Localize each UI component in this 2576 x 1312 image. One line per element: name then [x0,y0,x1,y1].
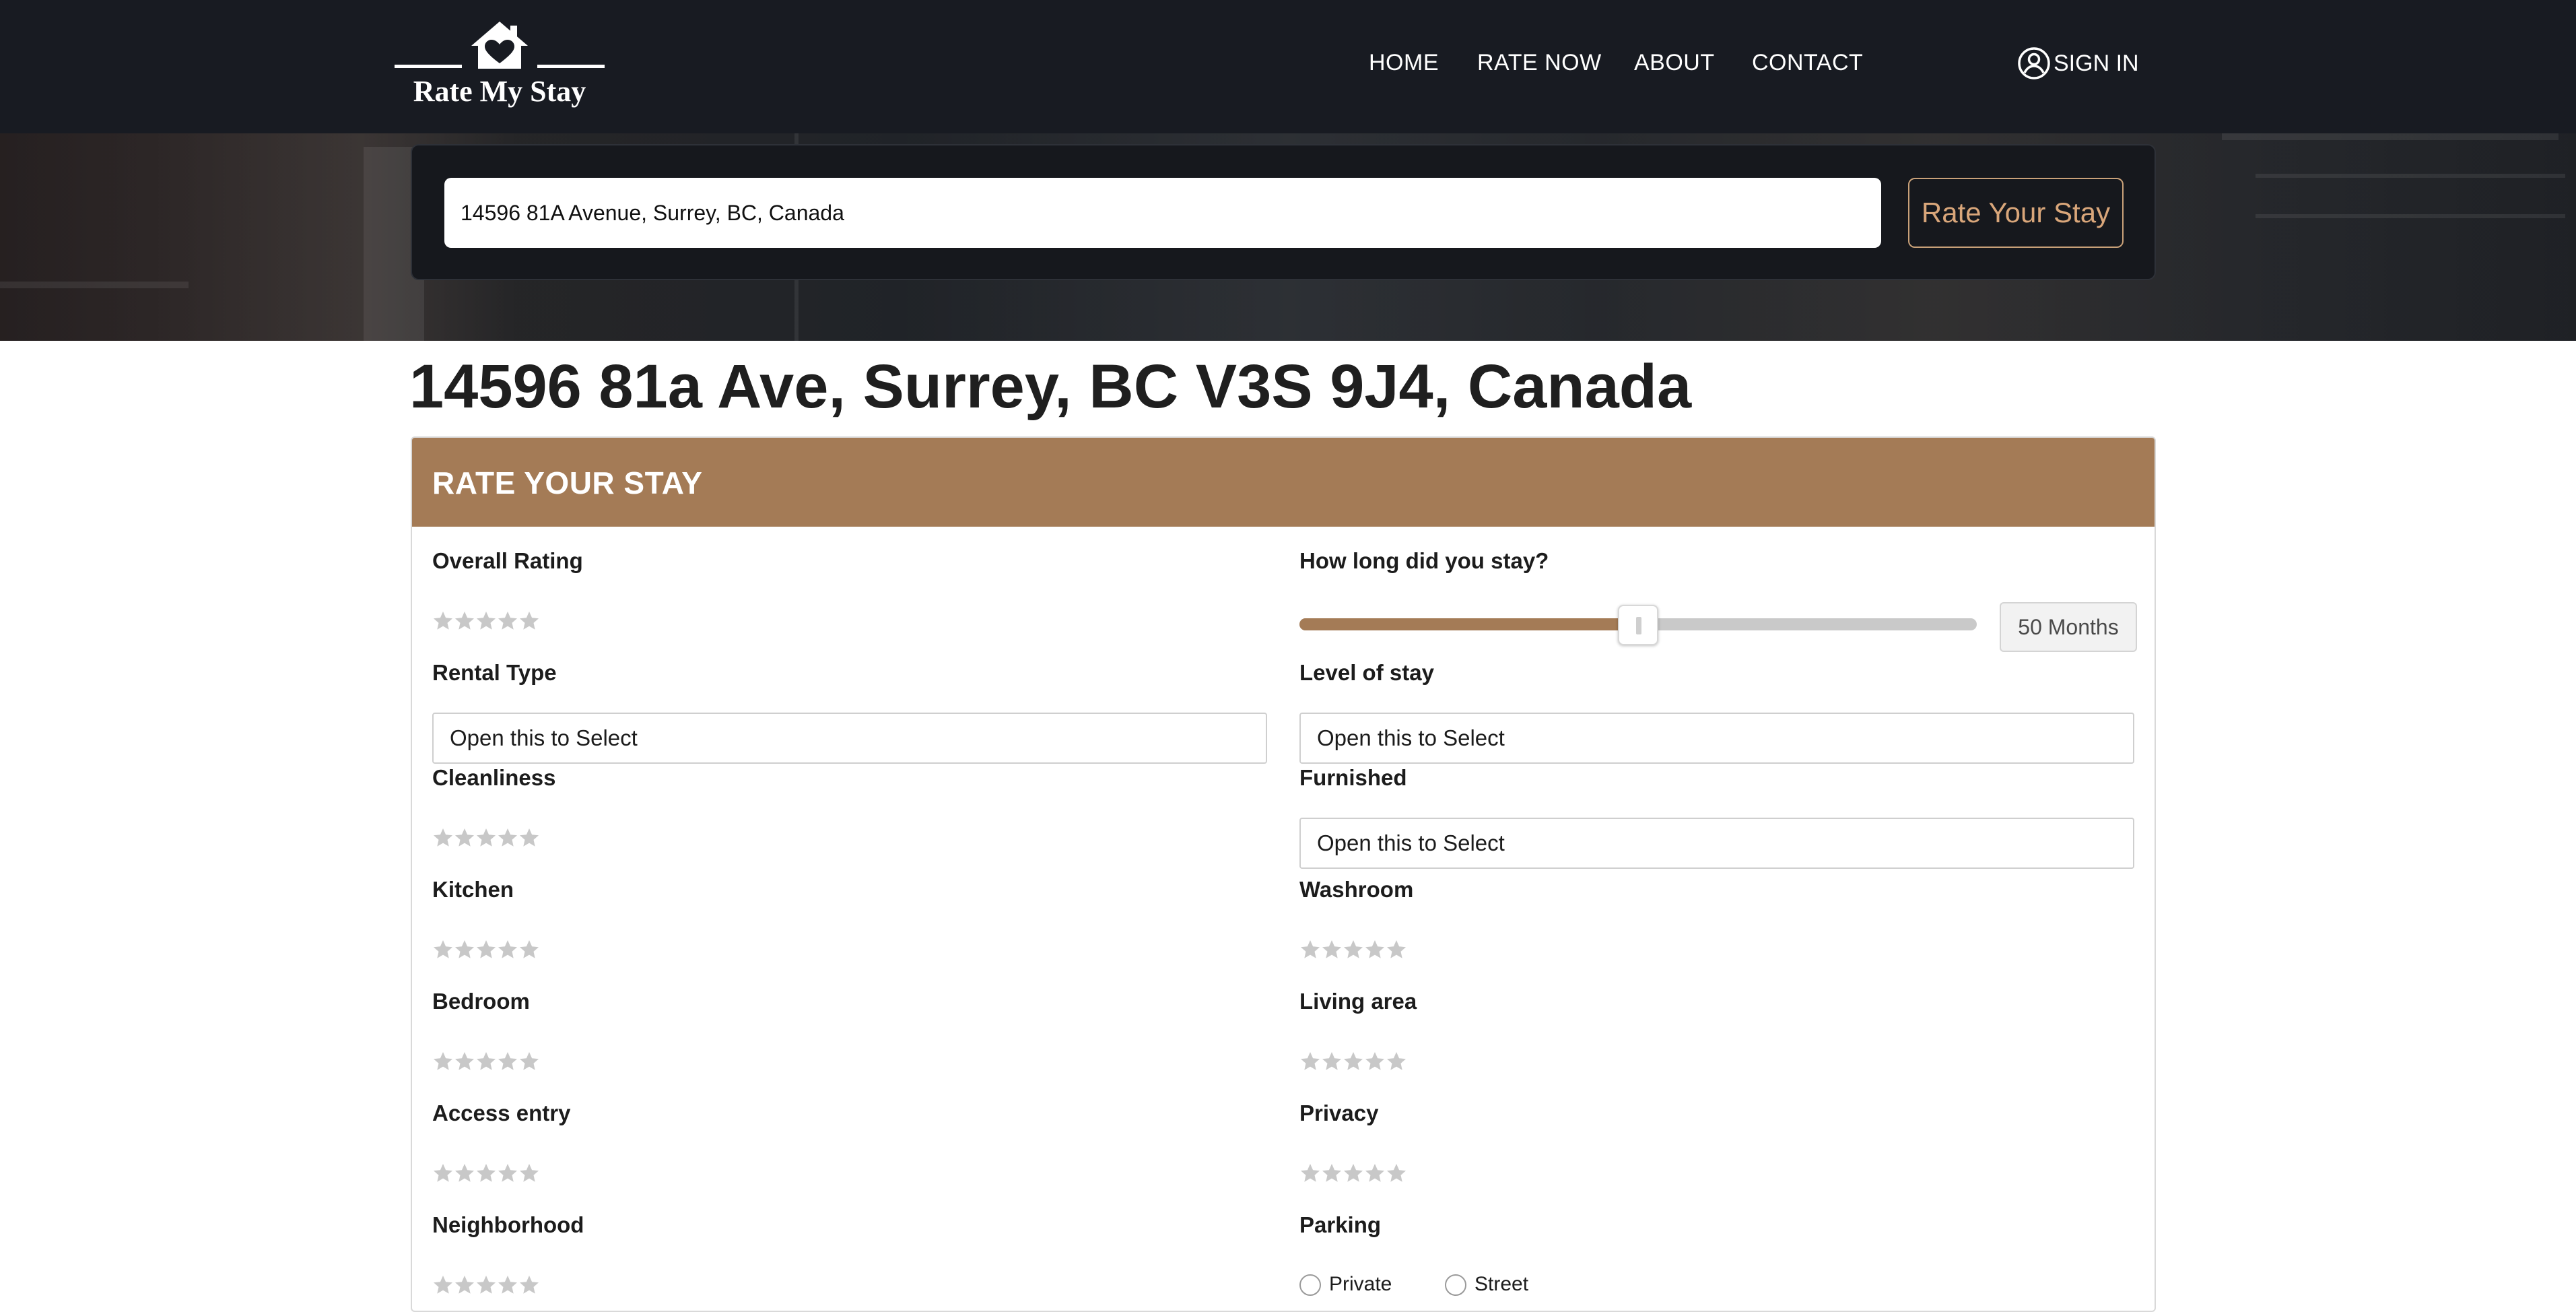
address-search-input[interactable] [444,178,1881,248]
star-icon[interactable] [454,1051,475,1072]
furnished-label: Furnished [1299,765,1407,790]
parking-private-radio[interactable] [1299,1274,1321,1296]
star-icon[interactable] [1321,1051,1343,1072]
star-icon[interactable] [518,610,540,632]
rental-type-label: Rental Type [432,660,557,685]
privacy-label: Privacy [1299,1101,1379,1125]
star-icon[interactable] [475,939,497,960]
slider-thumb[interactable] [1618,605,1658,645]
star-icon[interactable] [497,939,518,960]
hero-banner: Rate Your Stay [0,133,2576,341]
star-icon[interactable] [454,939,475,960]
access-entry-stars[interactable] [432,1162,540,1185]
star-icon[interactable] [497,1274,518,1296]
star-icon[interactable] [1343,1051,1364,1072]
parking-private-label: Private [1329,1273,1392,1295]
slider-fill [1299,618,1638,630]
nav-about[interactable]: ABOUT [1634,50,1715,76]
star-icon[interactable] [518,939,540,960]
sign-in-link[interactable]: SIGN IN [2017,46,2139,81]
star-icon[interactable] [432,610,454,632]
star-icon[interactable] [497,610,518,632]
star-icon[interactable] [497,827,518,849]
star-icon[interactable] [1299,939,1321,960]
star-icon[interactable] [432,1051,454,1072]
star-icon[interactable] [475,1274,497,1296]
bedroom-label: Bedroom [432,989,530,1014]
star-icon[interactable] [1321,1162,1343,1184]
nav-rate-now[interactable]: RATE NOW [1477,50,1602,76]
rate-your-stay-button[interactable]: Rate Your Stay [1908,178,2124,248]
star-icon[interactable] [518,1274,540,1296]
star-icon[interactable] [1343,1162,1364,1184]
privacy-stars[interactable] [1299,1162,1407,1185]
washroom-label: Washroom [1299,877,1414,902]
star-icon[interactable] [1364,1051,1386,1072]
parking-street-radio[interactable] [1445,1274,1466,1296]
washroom-stars[interactable] [1299,939,1407,962]
star-icon[interactable] [475,1162,497,1184]
star-icon[interactable] [475,1051,497,1072]
star-icon[interactable] [1343,939,1364,960]
star-icon[interactable] [475,610,497,632]
nav-home[interactable]: HOME [1369,50,1439,76]
star-icon[interactable] [1321,939,1343,960]
overall-rating-label: Overall Rating [432,548,583,573]
sign-in-label: SIGN IN [2054,50,2139,76]
search-panel: Rate Your Stay [411,144,2156,280]
furnished-select[interactable]: Open this to Select [1299,818,2134,869]
star-icon[interactable] [1364,939,1386,960]
star-icon[interactable] [432,827,454,849]
parking-street-label: Street [1475,1273,1529,1295]
card-header: RATE YOUR STAY [412,438,2155,527]
star-icon[interactable] [475,827,497,849]
rental-type-select[interactable]: Open this to Select [432,713,1267,764]
access-entry-label: Access entry [432,1101,571,1125]
star-icon[interactable] [454,610,475,632]
bedroom-stars[interactable] [432,1051,540,1074]
living-area-label: Living area [1299,989,1417,1014]
nav-contact[interactable]: CONTACT [1752,50,1863,76]
parking-label: Parking [1299,1212,1382,1237]
star-icon[interactable] [432,939,454,960]
page-title: 14596 81a Ave, Surrey, BC V3S 9J4, Canad… [409,352,1692,421]
level-of-stay-select[interactable]: Open this to Select [1299,713,2134,764]
star-icon[interactable] [497,1051,518,1072]
rate-your-stay-card: RATE YOUR STAY Overall Rating Rental Typ… [411,436,2156,1312]
stay-length-slider[interactable] [1299,605,1977,645]
star-icon[interactable] [497,1162,518,1184]
star-icon[interactable] [432,1162,454,1184]
stay-length-value: 50 Months [2000,602,2137,652]
star-icon[interactable] [518,827,540,849]
level-of-stay-label: Level of stay [1299,660,1434,685]
living-area-stars[interactable] [1299,1051,1407,1074]
cleanliness-stars[interactable] [432,827,540,850]
star-icon[interactable] [518,1051,540,1072]
star-icon[interactable] [1364,1162,1386,1184]
house-heart-icon [395,22,605,69]
neighborhood-label: Neighborhood [432,1212,584,1237]
star-icon[interactable] [1299,1162,1321,1184]
logo[interactable]: Rate My Stay [395,19,605,113]
star-icon[interactable] [1299,1051,1321,1072]
star-icon[interactable] [1386,939,1407,960]
kitchen-stars[interactable] [432,939,540,962]
overall-rating-stars[interactable] [432,610,540,633]
star-icon[interactable] [454,1274,475,1296]
star-icon[interactable] [1386,1162,1407,1184]
star-icon[interactable] [518,1162,540,1184]
star-icon[interactable] [432,1274,454,1296]
star-icon[interactable] [454,827,475,849]
star-icon[interactable] [454,1162,475,1184]
card-title: RATE YOUR STAY [432,465,703,500]
neighborhood-stars[interactable] [432,1274,540,1297]
kitchen-label: Kitchen [432,877,514,902]
navbar: Rate My Stay HOME RATE NOW ABOUT CONTACT… [0,0,2576,133]
user-circle-icon [2018,47,2050,79]
star-icon[interactable] [1386,1051,1407,1072]
cleanliness-label: Cleanliness [432,765,556,790]
stay-length-label: How long did you stay? [1299,548,1549,573]
brand-name: Rate My Stay [413,75,586,108]
